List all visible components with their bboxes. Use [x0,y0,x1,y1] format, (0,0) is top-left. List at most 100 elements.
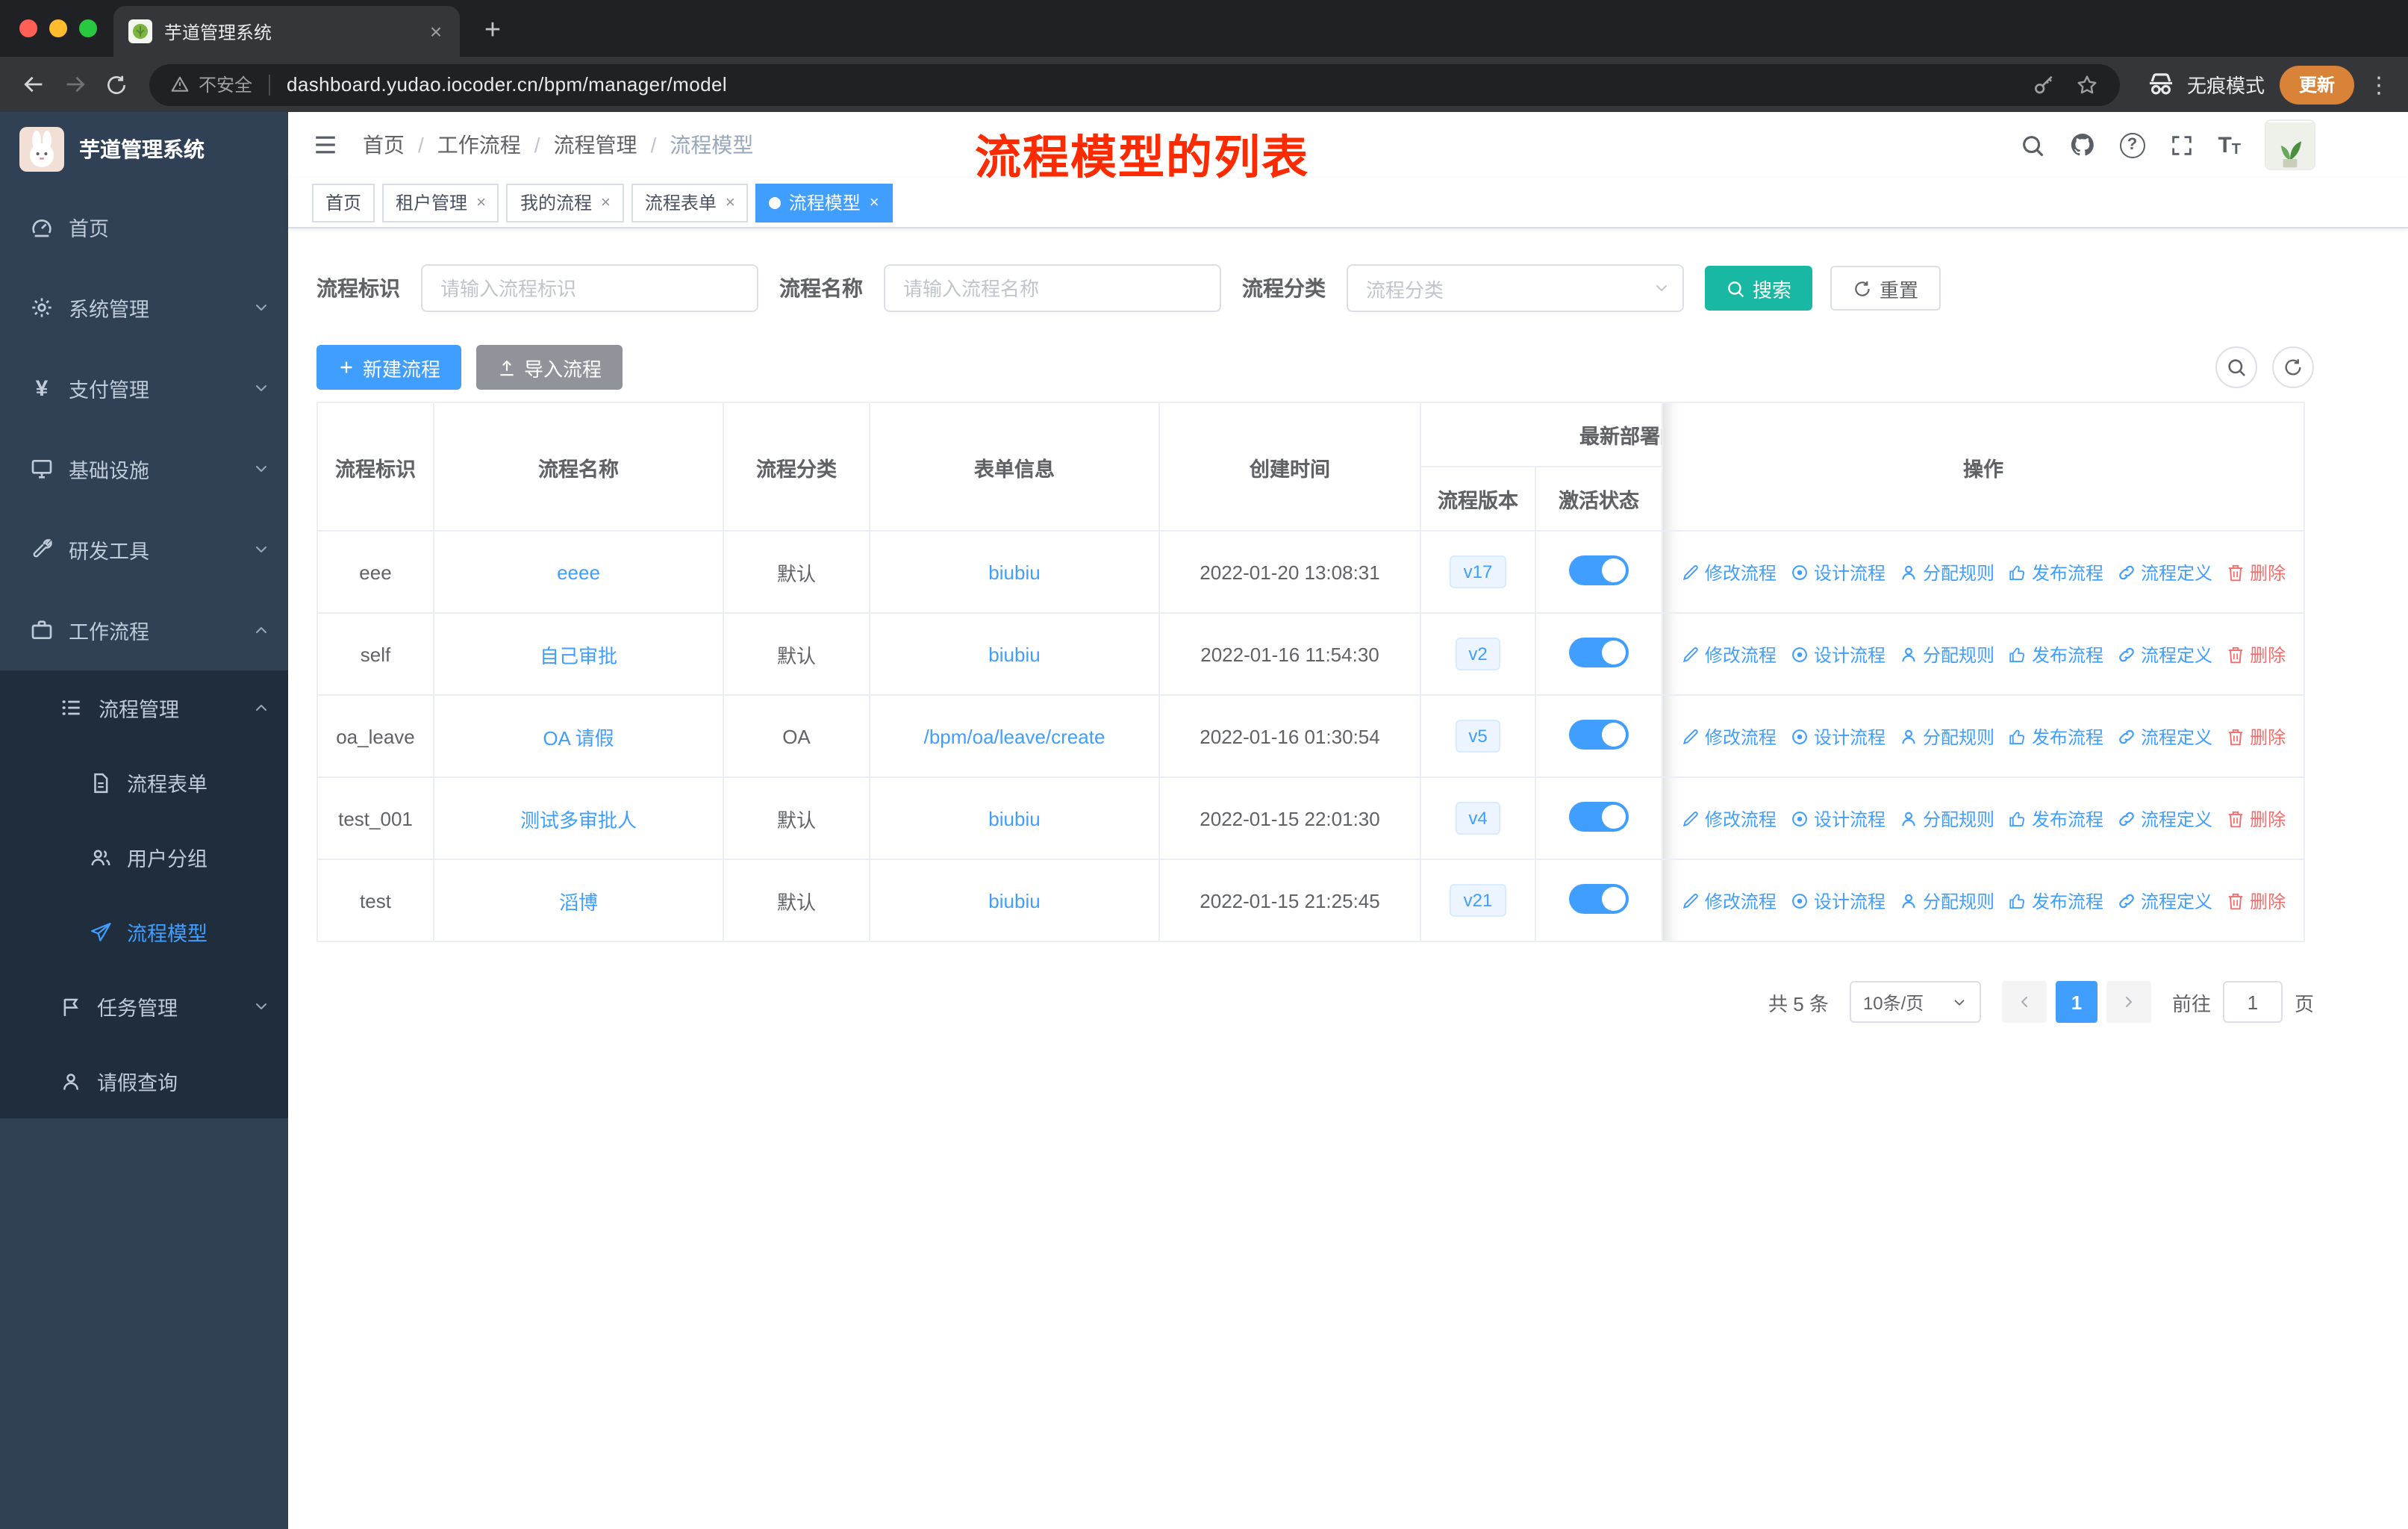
op-definition-link[interactable]: 流程定义 [2117,806,2212,831]
sidebar-item-system[interactable]: 系统管理 [0,267,288,348]
process-name-link[interactable]: 自己审批 [540,644,617,667]
op-design-link[interactable]: 设计流程 [1790,723,1885,749]
op-delete-link[interactable]: 删除 [2226,888,2286,913]
close-icon[interactable]: × [726,193,735,211]
password-key-icon[interactable] [2032,72,2056,96]
sidebar-item-infrastructure[interactable]: 基础设施 [0,429,288,509]
sidebar-item-process-form[interactable]: 流程表单 [0,745,288,820]
create-process-button[interactable]: 新建流程 [316,345,462,390]
sidebar-collapse-icon[interactable] [312,131,339,158]
op-assign-rule-link[interactable]: 分配规则 [1899,641,1994,667]
zoom-window-button[interactable] [79,19,97,37]
update-chip[interactable]: 更新 [2279,65,2354,104]
tag-my-process[interactable]: 我的流程 × [506,183,624,222]
op-delete-link[interactable]: 删除 [2226,559,2286,585]
op-modify-link[interactable]: 修改流程 [1681,806,1777,831]
close-icon[interactable]: × [476,193,486,211]
op-design-link[interactable]: 设计流程 [1790,806,1885,831]
search-icon[interactable] [2019,132,2044,158]
op-modify-link[interactable]: 修改流程 [1681,641,1777,667]
sidebar-item-workflow[interactable]: 工作流程 [0,590,288,670]
sidebar-item-devtools[interactable]: 研发工具 [0,509,288,590]
reload-button[interactable] [96,63,137,105]
prev-page-button[interactable] [2001,981,2047,1023]
goto-page-input[interactable] [2222,981,2283,1023]
tag-tenant-management[interactable]: 租户管理 × [382,183,499,222]
reset-button[interactable]: 重置 [1830,266,1941,311]
op-design-link[interactable]: 设计流程 [1790,559,1885,585]
breadcrumb-home[interactable]: 首页 [363,130,405,160]
sidebar-item-payment[interactable]: ¥ 支付管理 [0,348,288,429]
op-publish-link[interactable]: 发布流程 [2008,641,2103,667]
close-icon[interactable]: × [601,193,611,211]
active-toggle[interactable] [1569,555,1629,585]
new-tab-button[interactable]: + [472,10,514,52]
back-button[interactable] [12,63,54,105]
op-assign-rule-link[interactable]: 分配规则 [1899,888,1994,913]
forward-button[interactable] [54,63,96,105]
form-link[interactable]: biubiu [988,807,1040,829]
op-delete-link[interactable]: 删除 [2226,723,2286,749]
breadcrumb-process-management[interactable]: 流程管理 [521,130,637,160]
process-key-input[interactable] [421,264,758,312]
sidebar-item-leave-query[interactable]: 请假查询 [0,1044,288,1118]
user-avatar[interactable] [2265,119,2315,170]
version-badge[interactable]: v4 [1455,802,1501,835]
next-page-button[interactable] [2106,981,2151,1023]
active-toggle[interactable] [1569,883,1629,913]
security-indicator[interactable]: 不安全 [170,72,252,97]
page-size-select[interactable]: 10条/页 [1849,981,1981,1023]
browser-tab[interactable]: 芋道管理系统 × [113,6,460,57]
tag-process-model[interactable]: 流程模型 × [755,183,893,222]
search-button[interactable]: 搜索 [1705,266,1813,311]
tab-close-icon[interactable]: × [424,19,448,43]
refresh-table-button[interactable] [2272,346,2314,388]
minimize-window-button[interactable] [49,19,67,37]
sidebar-item-user-group[interactable]: 用户分组 [0,820,288,894]
form-link[interactable]: /bpm/oa/leave/create [924,725,1105,747]
toggle-search-button[interactable] [2215,346,2257,388]
sidebar-item-task-management[interactable]: 任务管理 [0,969,288,1044]
breadcrumb-workflow[interactable]: 工作流程 [405,130,521,160]
op-modify-link[interactable]: 修改流程 [1681,559,1777,585]
op-definition-link[interactable]: 流程定义 [2117,641,2212,667]
process-name-link[interactable]: OA 请假 [543,726,614,749]
op-delete-link[interactable]: 删除 [2226,806,2286,831]
active-toggle[interactable] [1569,801,1629,831]
op-publish-link[interactable]: 发布流程 [2008,559,2103,585]
fullscreen-icon[interactable] [2168,132,2194,158]
op-publish-link[interactable]: 发布流程 [2008,806,2103,831]
address-bar[interactable]: 不安全 dashboard.yudao.iocoder.cn/bpm/manag… [149,63,2120,105]
op-assign-rule-link[interactable]: 分配规则 [1899,723,1994,749]
active-toggle[interactable] [1569,719,1629,749]
op-modify-link[interactable]: 修改流程 [1681,888,1777,913]
version-badge[interactable]: v2 [1455,638,1501,670]
op-assign-rule-link[interactable]: 分配规则 [1899,559,1994,585]
version-badge[interactable]: v5 [1455,720,1501,753]
close-icon[interactable]: × [870,193,879,211]
process-name-link[interactable]: 测试多审批人 [520,809,637,831]
form-link[interactable]: biubiu [988,561,1040,583]
op-definition-link[interactable]: 流程定义 [2117,888,2212,913]
import-process-button[interactable]: 导入流程 [476,345,623,390]
version-badge[interactable]: v17 [1450,555,1506,588]
op-modify-link[interactable]: 修改流程 [1681,723,1777,749]
op-publish-link[interactable]: 发布流程 [2008,888,2103,913]
op-delete-link[interactable]: 删除 [2226,641,2286,667]
sidebar-item-home[interactable]: 首页 [0,187,288,267]
current-page-button[interactable]: 1 [2055,981,2097,1023]
sidebar-item-process-management[interactable]: 流程管理 [0,670,288,745]
browser-menu-icon[interactable]: ⋮ [2368,71,2390,98]
sidebar-item-process-model[interactable]: 流程模型 [0,894,288,969]
op-design-link[interactable]: 设计流程 [1790,641,1885,667]
version-badge[interactable]: v21 [1450,884,1506,917]
op-publish-link[interactable]: 发布流程 [2008,723,2103,749]
op-assign-rule-link[interactable]: 分配规则 [1899,806,1994,831]
help-icon[interactable]: ? [2119,132,2145,158]
font-size-icon[interactable]: TT [2218,132,2241,158]
active-toggle[interactable] [1569,637,1629,667]
process-name-input[interactable] [884,264,1221,312]
bookmark-star-icon[interactable] [2075,72,2099,96]
op-definition-link[interactable]: 流程定义 [2117,559,2212,585]
op-design-link[interactable]: 设计流程 [1790,888,1885,913]
